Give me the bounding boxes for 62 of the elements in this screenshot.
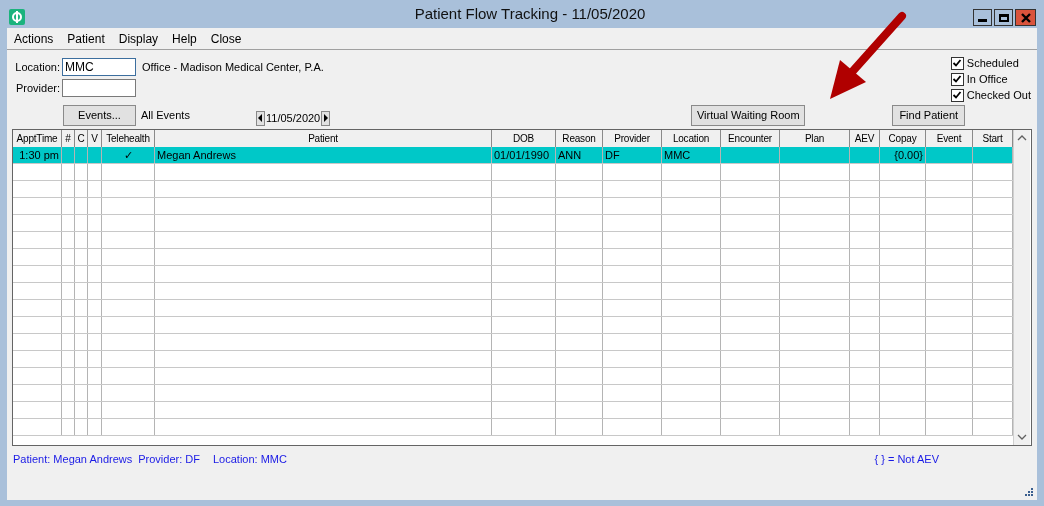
patient-cell: Megan Andrews (157, 149, 236, 161)
previous-date-button[interactable] (256, 110, 265, 126)
provider-cell: DF (605, 149, 620, 161)
column-header[interactable]: # (62, 130, 75, 147)
status-label: In Office (966, 71, 1008, 87)
column-header[interactable]: Reason (556, 130, 603, 147)
status-label: Scheduled (966, 55, 1019, 71)
date-display: 11/05/2020 (265, 110, 322, 126)
events-value: All Events (141, 107, 191, 123)
menu-item[interactable]: Help (172, 29, 197, 48)
status-checkbox[interactable] (950, 88, 964, 102)
column-header[interactable]: C (75, 130, 88, 147)
column-header[interactable]: Provider (603, 130, 662, 147)
telehealth-check: ✓ (123, 149, 133, 161)
location-label: Location: (14, 59, 60, 75)
status-label: Checked Out (966, 87, 1031, 103)
location-cell: MMC (664, 149, 691, 161)
menu-item[interactable]: Actions (14, 29, 54, 48)
close-button[interactable] (1015, 9, 1036, 26)
menu-item[interactable]: Display (118, 29, 159, 48)
column-header[interactable]: Copay (880, 130, 926, 147)
column-header[interactable]: AEV (850, 130, 880, 147)
menu-item[interactable]: Close (210, 29, 242, 48)
column-header[interactable]: Start (973, 130, 1013, 147)
aev-legend: { } = Not AEV (874, 450, 939, 468)
resize-grip-icon[interactable] (1024, 487, 1034, 497)
column-header[interactable]: Location (662, 130, 721, 147)
column-header[interactable]: ApptTime (13, 130, 62, 147)
status-location: Location: MMC (213, 451, 287, 467)
maximize-button[interactable] (994, 9, 1013, 26)
events-button[interactable]: Events... (63, 104, 136, 126)
provider-label: Provider: (14, 80, 60, 96)
find-patient-button[interactable]: Find Patient (892, 104, 966, 126)
column-header[interactable]: Patient (155, 130, 492, 147)
location-field[interactable]: MMC (62, 58, 136, 76)
reason-cell: ANN (558, 149, 582, 161)
virtual-waiting-room-button[interactable]: Virtual Waiting Room (691, 104, 806, 126)
location-name: Office - Madison Medical Center, P.A. (142, 59, 324, 75)
column-header[interactable]: V (88, 130, 102, 147)
column-header[interactable]: Plan (780, 130, 850, 147)
left-triangle-icon (258, 114, 263, 122)
minimize-button[interactable] (973, 9, 992, 26)
column-header[interactable]: Encounter (721, 130, 780, 147)
time-cell: 1:30 pm (19, 149, 59, 161)
status-patient: Patient: Megan Andrews (13, 451, 133, 467)
menu-item[interactable]: Patient (67, 29, 105, 48)
appointment-row[interactable]: 1:30 pm ✓ Megan Andrews 01/01/1990 ANN DF MMC {0.00} (13, 147, 1013, 164)
status-checkbox[interactable] (950, 72, 964, 86)
close-icon (1020, 12, 1031, 23)
window-title: Patient Flow Tracking - 11/05/2020 (414, 3, 646, 24)
column-header[interactable]: DOB (492, 130, 556, 147)
scrollbar[interactable] (1013, 130, 1030, 445)
copay-cell: {0.00} (894, 149, 923, 161)
dob-cell: 01/01/1990 (494, 149, 550, 161)
right-triangle-icon (323, 114, 329, 122)
status-provider: Provider: DF (138, 451, 200, 467)
next-date-button[interactable] (321, 110, 331, 126)
provider-field[interactable] (62, 79, 136, 97)
column-header[interactable]: Event (926, 130, 973, 147)
column-header[interactable]: Telehealth (102, 130, 155, 147)
status-checkbox[interactable] (950, 56, 964, 70)
app-logo-icon (9, 9, 25, 25)
